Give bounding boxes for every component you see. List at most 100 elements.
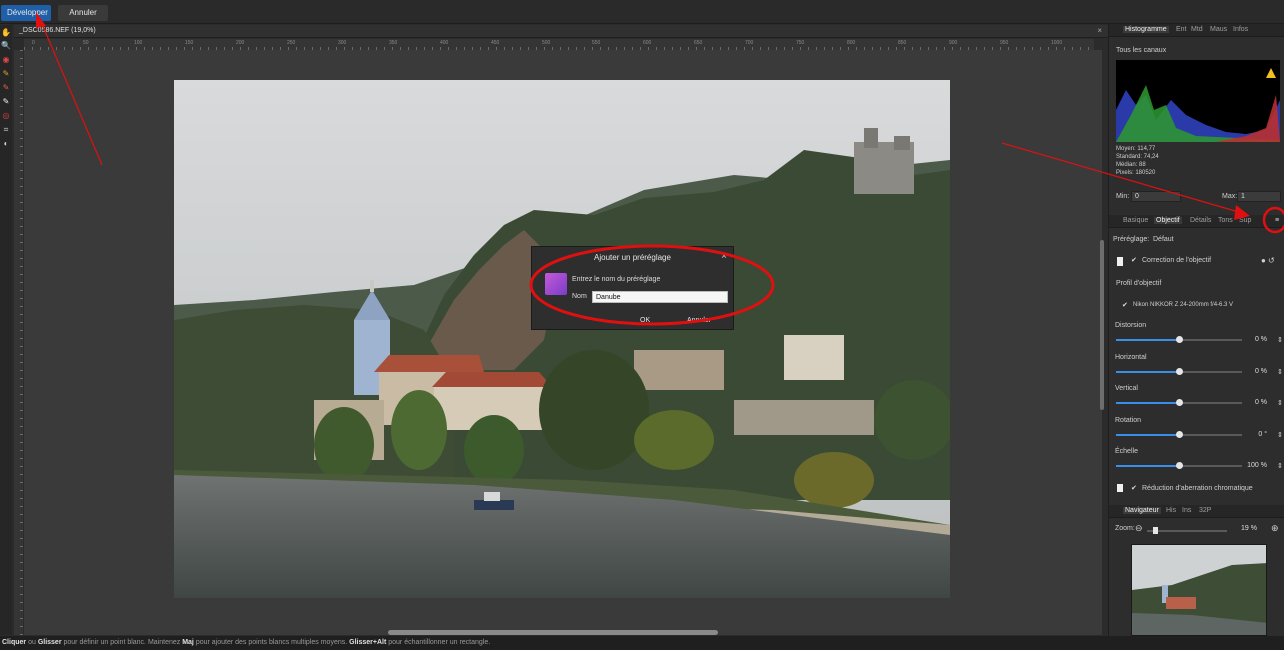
document-title: _DSC0586.NEF (19,0%): [19, 27, 96, 34]
canvas[interactable]: [24, 50, 1104, 635]
cancel-button[interactable]: Annuler: [58, 5, 108, 21]
lens-correction-label: Correction de l'objectif: [1142, 257, 1212, 264]
ruler-tick-label: 950: [1000, 40, 1009, 46]
lens-correction-checkbox[interactable]: ✔: [1131, 257, 1138, 264]
zoom-slider[interactable]: [1147, 527, 1227, 534]
tab-tones[interactable]: Tons: [1218, 217, 1233, 224]
zoom-out-icon[interactable]: ⊖: [1135, 523, 1143, 534]
chromatic-label: Réduction d'aberration chromatique: [1142, 485, 1253, 492]
zoom-icon[interactable]: 🔍: [1, 41, 11, 51]
tab-maus[interactable]: Maus: [1210, 26, 1227, 33]
tab-lens[interactable]: Objectif: [1154, 217, 1182, 224]
ruler-tick-label: 50: [83, 40, 89, 46]
ruler-tick-label: 150: [185, 40, 194, 46]
ruler-tick-label: 550: [592, 40, 601, 46]
zoom-slider-knob[interactable]: [1153, 527, 1158, 534]
photo: [174, 80, 950, 598]
chromatic-checkbox[interactable]: ✔: [1131, 485, 1138, 492]
min-label: Min:: [1116, 193, 1130, 200]
slider-value-field[interactable]: 0 %: [1239, 368, 1267, 375]
close-icon[interactable]: ×: [721, 251, 727, 262]
adjustment-slider[interactable]: [1116, 399, 1242, 406]
slider-fill: [1116, 371, 1179, 373]
ok-button[interactable]: OK: [640, 317, 650, 324]
clone-icon[interactable]: ✎: [1, 97, 11, 107]
spinner-icon[interactable]: ⇕: [1277, 399, 1283, 407]
lens-correction-toggle-icon[interactable]: [1117, 257, 1123, 266]
develop-tabs: Basique Objectif Détails Tons Sup ≡: [1109, 215, 1284, 228]
min-field[interactable]: 0: [1131, 191, 1181, 202]
stat-mean: Moyen: 114,77: [1116, 146, 1156, 152]
blemish-icon[interactable]: ✎: [1, 83, 11, 93]
tab-ent[interactable]: Ent: [1176, 26, 1187, 33]
preset-name-input[interactable]: Danube: [592, 291, 728, 303]
slider-value-field[interactable]: 100 %: [1239, 462, 1267, 469]
tab-navigator[interactable]: Navigateur: [1123, 507, 1161, 514]
panel-menu-icon[interactable]: ≡: [1275, 217, 1279, 224]
ruler-tick-label: 300: [338, 40, 347, 46]
hand-icon[interactable]: ✋: [1, 28, 11, 38]
stat-std: Standard: 74,24: [1116, 154, 1159, 160]
white-balance-icon[interactable]: ◐: [1, 139, 11, 149]
adjustment-slider[interactable]: [1116, 431, 1242, 438]
name-label: Nom: [572, 293, 587, 300]
brush-icon[interactable]: ✎: [1, 69, 11, 79]
zoom-value[interactable]: 19 %: [1229, 525, 1257, 532]
slider-value-field[interactable]: 0 %: [1239, 336, 1267, 343]
status-key-alt-drag: Glisser+Alt: [349, 639, 387, 646]
tab-mtd[interactable]: Mtd: [1191, 26, 1203, 33]
slider-knob[interactable]: [1176, 336, 1183, 343]
close-icon[interactable]: ×: [1097, 26, 1102, 35]
info-icon[interactable]: ● ↺: [1261, 256, 1275, 265]
adjustment-slider[interactable]: [1116, 462, 1242, 469]
slider-knob[interactable]: [1176, 368, 1183, 375]
tab-his[interactable]: His: [1166, 507, 1176, 514]
tab-32p[interactable]: 32P: [1199, 507, 1211, 514]
lens-profile-checkbox[interactable]: ✔: [1122, 302, 1129, 309]
tab-details[interactable]: Détails: [1190, 217, 1211, 224]
slider-knob[interactable]: [1176, 399, 1183, 406]
chromatic-toggle-icon[interactable]: [1117, 484, 1123, 492]
red-eye-icon[interactable]: ◉: [1, 55, 11, 65]
dialog-cancel-button[interactable]: Annuler: [687, 317, 711, 324]
tab-infos[interactable]: Infos: [1233, 26, 1248, 33]
tab-histogram[interactable]: Histogramme: [1123, 26, 1169, 33]
vertical-scrollbar[interactable]: [1100, 240, 1104, 410]
ruler-tick-label: 500: [542, 40, 551, 46]
slider-knob[interactable]: [1176, 462, 1183, 469]
overlay-icon[interactable]: ◎: [1, 111, 11, 121]
tab-sup[interactable]: Sup: [1239, 217, 1251, 224]
channel-select[interactable]: Tous les canaux: [1116, 47, 1166, 54]
tab-ins[interactable]: Ins: [1182, 507, 1191, 514]
slider-value-field[interactable]: 0 °: [1239, 431, 1267, 438]
zoom-in-icon[interactable]: ⊕: [1271, 523, 1279, 534]
app-logo-icon: [545, 273, 567, 295]
navigator-thumbnail[interactable]: [1131, 544, 1267, 636]
spinner-icon[interactable]: ⇕: [1277, 336, 1283, 344]
develop-button[interactable]: Développer: [1, 5, 51, 21]
adjustment-slider[interactable]: [1116, 368, 1242, 375]
crop-icon[interactable]: ⌗: [1, 125, 11, 135]
lens-profile-select[interactable]: Nikon NIKKOR Z 24-200mm f/4-6.3 V: [1133, 302, 1233, 308]
lens-profile-label: Profil d'objectif: [1116, 280, 1162, 287]
max-field[interactable]: 1: [1237, 191, 1281, 202]
ruler-tick-label: 350: [389, 40, 398, 46]
vertical-ruler: [14, 50, 23, 635]
adjustment-slider[interactable]: [1116, 336, 1242, 343]
preset-select[interactable]: Défaut: [1153, 236, 1174, 243]
spinner-icon[interactable]: ⇕: [1277, 431, 1283, 439]
tab-basic[interactable]: Basique: [1123, 217, 1148, 224]
spinner-icon[interactable]: ⇕: [1277, 462, 1283, 470]
document-tab[interactable]: _DSC0586.NEF (19,0%) ×: [14, 25, 1108, 38]
max-label: Max:: [1222, 193, 1238, 200]
slider-knob[interactable]: [1176, 431, 1183, 438]
stat-median: Médian: 88: [1116, 162, 1146, 168]
status-text: pour définir un point blanc. Maintenez: [61, 639, 183, 646]
spinner-icon[interactable]: ⇕: [1277, 368, 1283, 376]
add-preset-dialog: Ajouter un préréglage × Entrez le nom du…: [531, 246, 734, 330]
slider-value-field[interactable]: 0 %: [1239, 399, 1267, 406]
navigator-tabs: Navigateur His Ins 32P: [1109, 505, 1284, 518]
horizontal-ruler: 0 50 100 150 200 250 300 350 400 450 500 550 600 650 7…: [24, 39, 1094, 50]
slider-label: Rotation: [1115, 417, 1142, 424]
horizontal-scrollbar[interactable]: [388, 630, 718, 635]
